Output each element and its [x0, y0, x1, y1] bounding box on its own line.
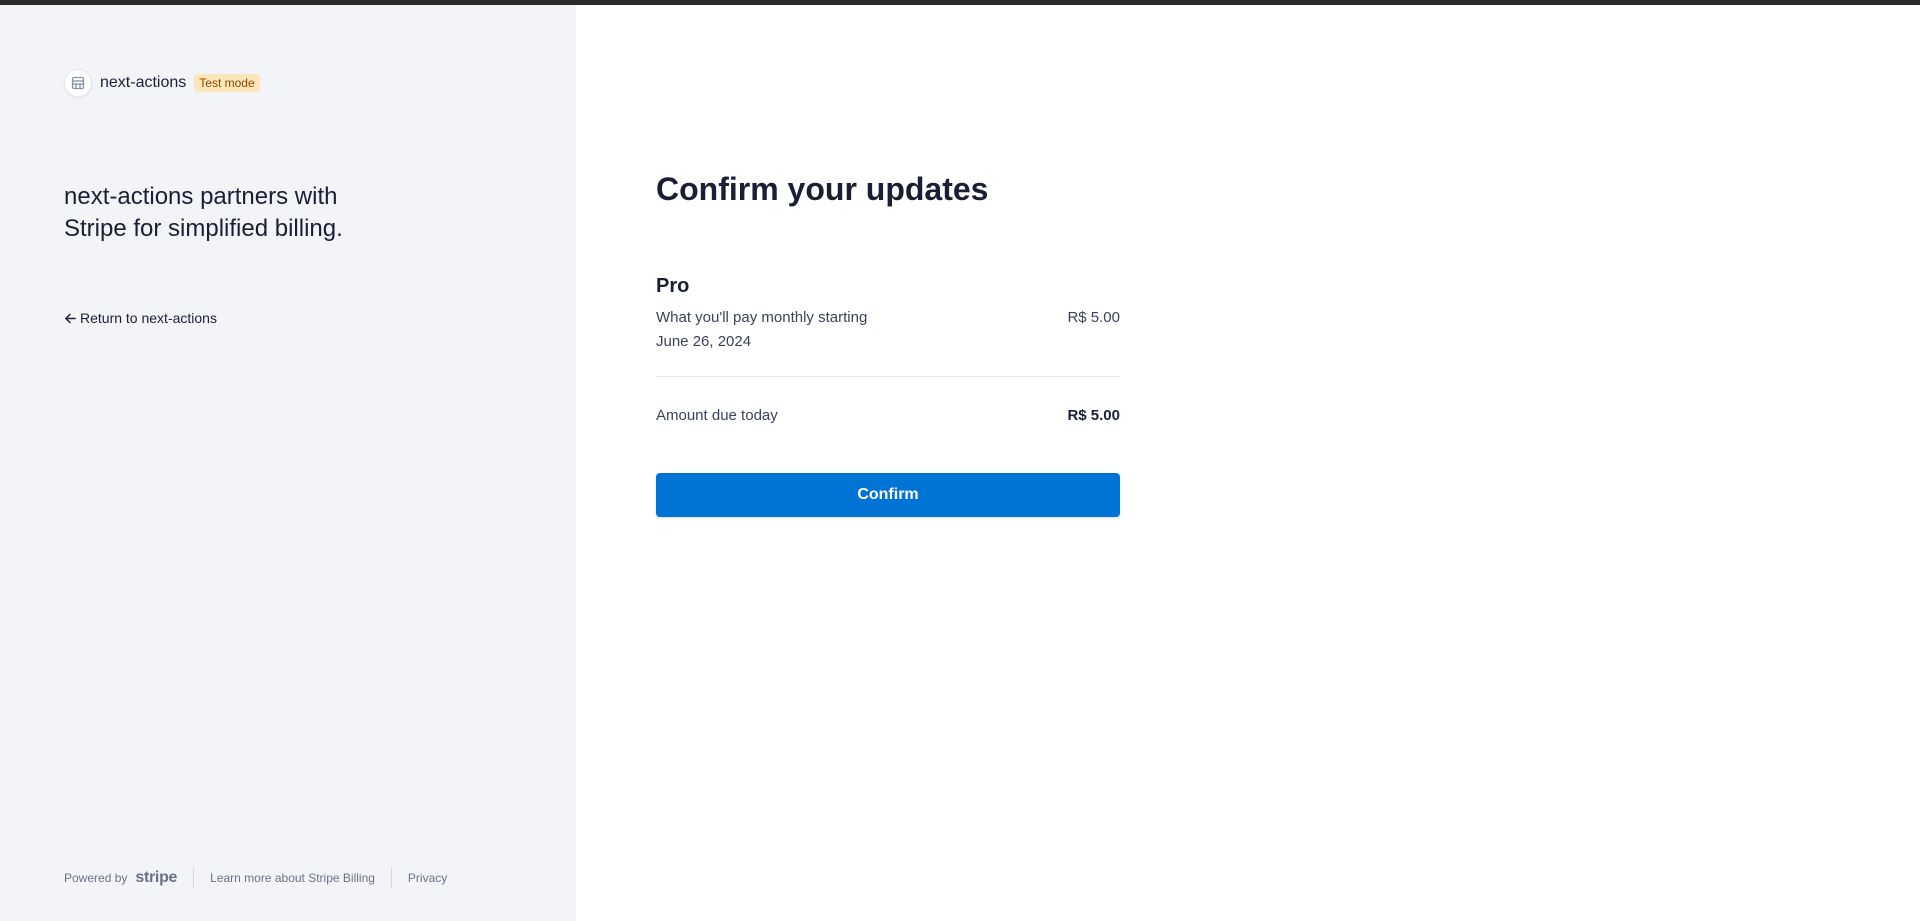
amount-due-label: Amount due today — [656, 407, 778, 424]
tagline: next-actions partners with Stripe for si… — [64, 183, 343, 242]
confirm-button[interactable]: Confirm — [656, 473, 1120, 517]
powered-by-label: Powered by — [64, 871, 128, 885]
arrow-left-icon — [65, 313, 76, 323]
footer: Powered by stripe Learn more about Strip… — [64, 867, 447, 889]
footer-divider — [390, 867, 392, 889]
return-link-label: Return to next-actions — [80, 310, 217, 326]
privacy-link[interactable]: Privacy — [408, 871, 447, 885]
page-title: Confirm your updates — [656, 171, 989, 207]
plan-line-item: What you'll pay monthly starting June 26… — [656, 306, 1120, 354]
amount-due-value: R$ 5.00 — [1067, 407, 1120, 424]
divider — [656, 376, 1120, 377]
footer-divider — [193, 867, 195, 889]
powered-by-stripe[interactable]: Powered by stripe — [64, 869, 177, 887]
confirm-panel: Confirm your updates Pro What you'll pay… — [576, 5, 1920, 921]
storefront-icon — [64, 69, 92, 97]
business-info-panel: next-actions Test mode next-actions part… — [0, 5, 576, 921]
test-mode-badge: Test mode — [194, 74, 260, 92]
brand-header[interactable]: next-actions Test mode — [64, 69, 260, 97]
learn-more-link[interactable]: Learn more about Stripe Billing — [210, 871, 375, 885]
plan-name: Pro — [656, 275, 690, 297]
business-name: next-actions — [100, 74, 187, 91]
plan-price: R$ 5.00 — [1067, 309, 1120, 326]
amount-due-row: Amount due today R$ 5.00 — [656, 404, 1120, 428]
stripe-logo: stripe — [135, 869, 178, 886]
plan-description: What you'll pay monthly starting June 26… — [656, 309, 868, 350]
return-link[interactable]: Return to next-actions — [64, 310, 217, 326]
